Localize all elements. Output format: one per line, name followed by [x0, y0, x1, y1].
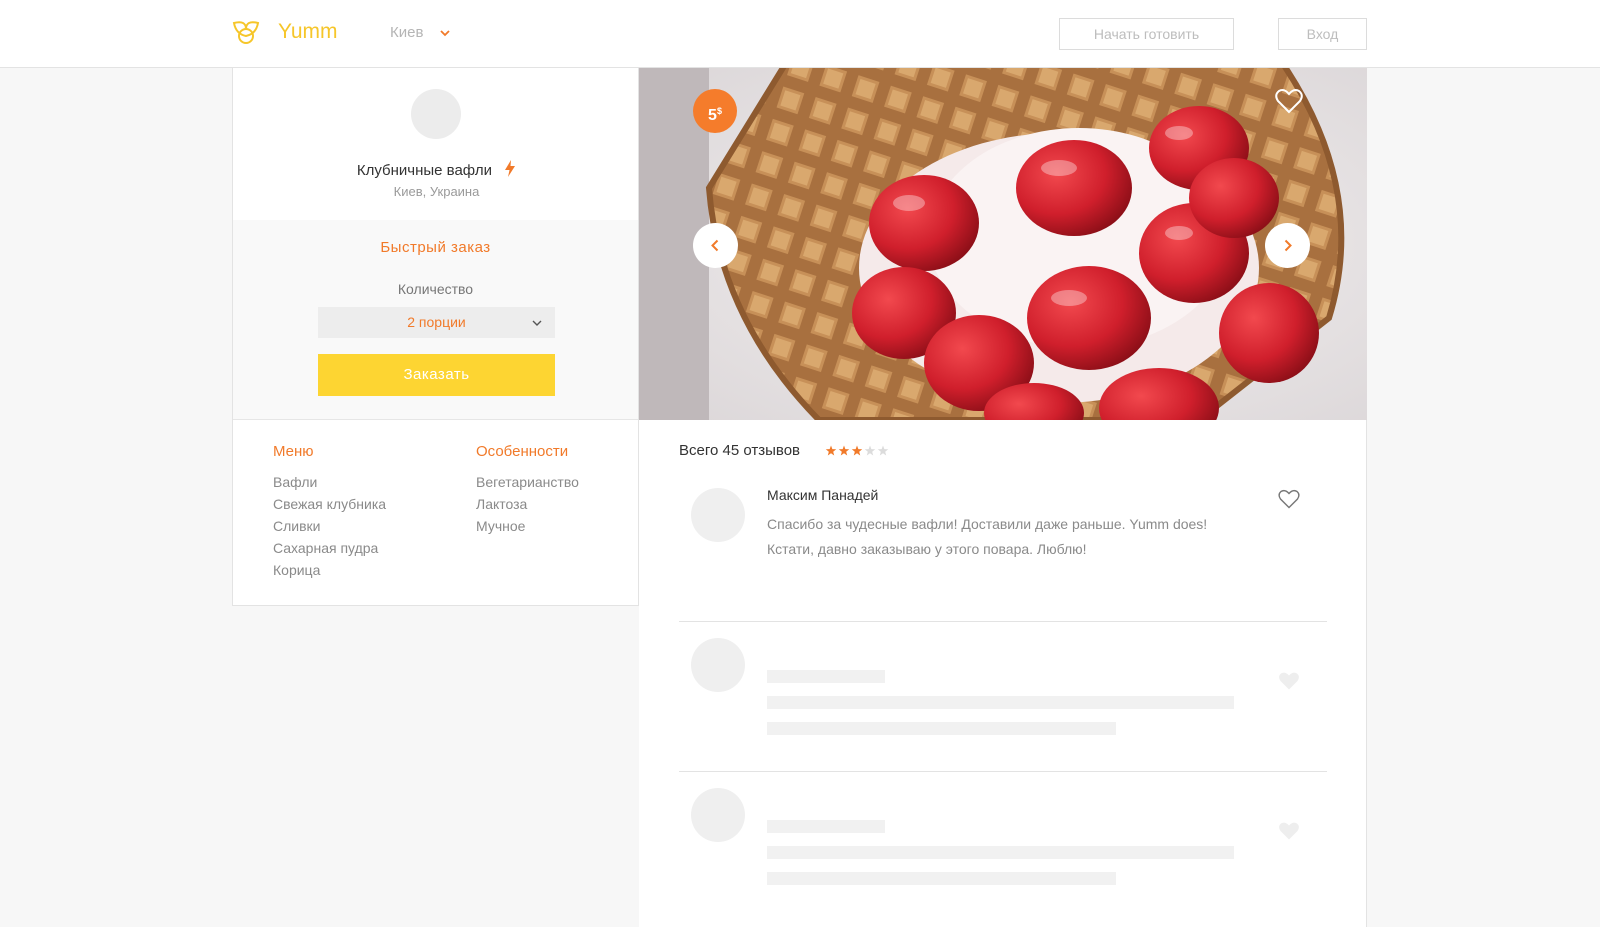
order-button[interactable]: Заказать: [318, 354, 555, 396]
menu-item: Сахарная пудра: [273, 540, 379, 556]
star-filled-icon: [838, 445, 850, 456]
review-placeholder: [679, 772, 1327, 922]
lightning-icon: [505, 160, 516, 177]
city-selector[interactable]: Киев: [390, 24, 423, 41]
menu-item: Вафли: [273, 474, 318, 490]
heart-icon[interactable]: [1278, 489, 1300, 509]
top-header: Yumm Киев Начать готовить Вход: [0, 0, 1600, 68]
dish-photo: [639, 68, 1367, 420]
heart-icon[interactable]: [1275, 88, 1303, 114]
dish-title: Клубничные вафли: [356, 162, 492, 179]
quantity-label: Количество: [397, 281, 474, 297]
feature-item: Вегетарианство: [476, 474, 579, 490]
skeleton-line: [767, 670, 885, 683]
star-empty-icon: [864, 445, 876, 456]
menu-item: Сливки: [273, 518, 321, 534]
chevron-left-icon: [711, 239, 719, 252]
reviews-summary: Всего 45 отзывов: [679, 442, 801, 459]
review-item: Максим Панадей Спасибо за чудесные вафли…: [679, 472, 1327, 622]
carousel-next-button[interactable]: [1265, 223, 1310, 268]
feature-item: Мучное: [476, 518, 526, 534]
feature-item: Лактоза: [476, 496, 528, 512]
dish-location: Киев, Украина: [393, 184, 480, 199]
quick-order-title: Быстрый заказ: [380, 239, 491, 256]
price-badge: 5$: [693, 89, 737, 133]
review-placeholder: [679, 622, 1327, 772]
star-empty-icon: [877, 445, 889, 456]
dish-title-row: Клубничные вафли: [233, 160, 640, 179]
heart-icon: [1279, 822, 1299, 840]
login-button[interactable]: Вход: [1278, 18, 1367, 50]
quantity-select[interactable]: 2 порции: [318, 307, 555, 338]
star-filled-icon: [851, 445, 863, 456]
reviewer-name[interactable]: Максим Панадей: [767, 487, 878, 503]
chevron-down-icon[interactable]: [438, 26, 452, 40]
review-text: Спасибо за чудесные вафли! Доставили даж…: [767, 516, 1208, 557]
skeleton-line: [767, 820, 885, 833]
chevron-right-icon: [1284, 239, 1292, 252]
dish-detail-panel: 5$ Всего 45 отзывов Максим Панадей Спаси…: [639, 68, 1367, 927]
quantity-value: 2 порции: [407, 314, 466, 330]
menu-item: Корица: [273, 562, 321, 578]
dish-info-panel: Клубничные вафли Киев, Украина Быстрый з…: [232, 68, 639, 606]
skeleton-line: [767, 872, 1116, 885]
reviewer-avatar-placeholder: [691, 638, 745, 692]
star-filled-icon: [825, 445, 837, 456]
dish-photo-carousel: 5$: [639, 68, 1367, 420]
brand-name[interactable]: Yumm: [278, 20, 338, 44]
menu-item: Свежая клубника: [273, 496, 387, 512]
start-cooking-button[interactable]: Начать готовить: [1059, 18, 1234, 50]
rating-stars: [825, 445, 889, 456]
features-title: Особенности: [476, 443, 569, 460]
heart-icon: [1279, 672, 1299, 690]
chevron-down-icon: [532, 320, 542, 326]
carousel-prev-button[interactable]: [693, 223, 738, 268]
cook-avatar[interactable]: [411, 89, 461, 139]
reviewer-avatar[interactable]: [691, 488, 745, 542]
yumm-logo-icon[interactable]: [232, 20, 260, 46]
reviewer-avatar-placeholder: [691, 788, 745, 842]
menu-list: Меню Вафли Свежая клубника Сливки Сахарн…: [273, 443, 386, 581]
quick-order-section: Быстрый заказ Количество 2 порции Заказа…: [233, 220, 638, 420]
skeleton-line: [767, 722, 1116, 735]
skeleton-line: [767, 846, 1234, 859]
menu-title: Меню: [273, 443, 314, 460]
skeleton-line: [767, 696, 1234, 709]
features-list: Особенности Вегетарианство Лактоза Мучно…: [476, 443, 579, 537]
